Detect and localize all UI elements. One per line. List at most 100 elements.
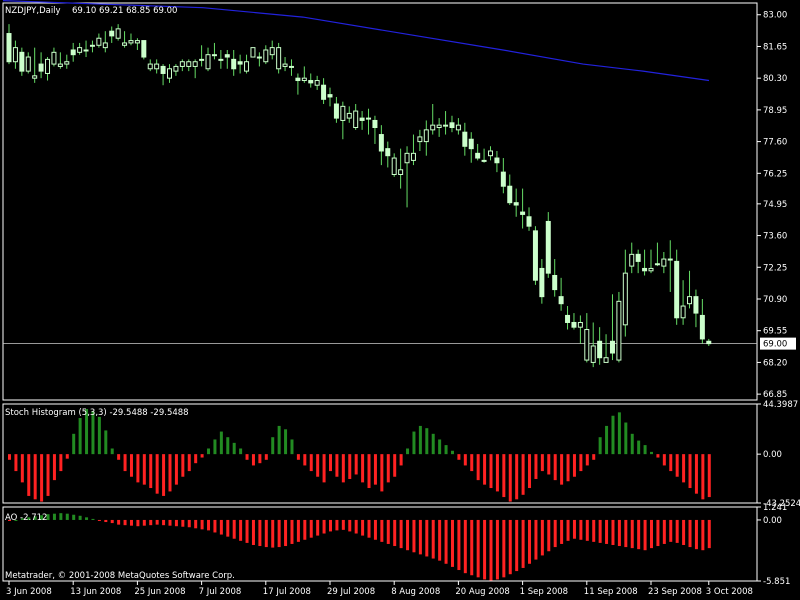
ao-bar	[457, 519, 461, 571]
candle-body-bull	[122, 42, 128, 46]
stoch-bar	[579, 454, 583, 472]
ao-bar	[226, 519, 230, 537]
stoch-bar	[399, 454, 403, 466]
stoch-bar	[303, 454, 307, 466]
candle-body-bull	[89, 44, 95, 47]
stoch-bar	[245, 454, 249, 460]
candle-body-bear	[699, 314, 705, 340]
stoch-bar	[14, 454, 18, 472]
stoch-bar	[207, 448, 211, 455]
ao-bar	[354, 519, 358, 534]
stoch-bar	[431, 433, 435, 455]
stoch-bar	[309, 454, 313, 472]
ao-bar	[560, 519, 564, 544]
candle-body-bear	[539, 267, 545, 298]
candle-body-bull	[430, 124, 436, 131]
candle-body-bull	[667, 258, 673, 261]
candle-body-bull	[654, 263, 660, 266]
ao-bar	[592, 519, 596, 542]
ao-tick-label: -5.851	[763, 577, 790, 587]
ao-bar	[335, 519, 339, 531]
stoch-bar	[46, 454, 50, 496]
ao-bar	[605, 519, 609, 544]
ao-bar	[232, 519, 236, 539]
stoch-bar	[547, 454, 551, 475]
candle-body-bull	[353, 110, 359, 129]
candle-body-bear	[6, 33, 12, 63]
ao-bar	[361, 519, 365, 536]
stoch-bar	[284, 429, 288, 455]
ao-bar	[598, 519, 602, 543]
stoch-bar	[393, 454, 397, 477]
time-tick-label: 23 Sep 2008	[648, 587, 702, 597]
candle-body-bear	[532, 230, 538, 281]
candle-body-bull	[192, 61, 198, 67]
candle-body-bull	[25, 56, 31, 72]
stoch-bar	[226, 437, 230, 455]
copyright-label: Metatrader, © 2001-2008 MetaQuotes Softw…	[5, 571, 235, 581]
stoch-bar	[361, 454, 365, 483]
stoch-bar	[450, 450, 454, 455]
candle-body-bear	[558, 296, 564, 305]
stoch-bar	[495, 454, 499, 492]
ao-bar	[566, 519, 570, 541]
stoch-bar	[675, 454, 679, 477]
stoch-bar	[296, 454, 300, 460]
candle-body-bear	[468, 138, 474, 150]
ao-bar	[553, 519, 557, 548]
candle-body-bull	[276, 47, 282, 70]
ao-bar	[393, 519, 397, 547]
candle-body-bull	[147, 63, 153, 70]
candle-body-bear	[378, 134, 384, 152]
candle-body-bear	[693, 296, 699, 314]
price-tick-label: 83.00	[763, 11, 787, 21]
stoch-bar	[232, 442, 236, 455]
ao-bar	[264, 519, 268, 548]
ao-bar	[284, 519, 288, 547]
candle-body-bull	[481, 159, 487, 162]
candle-body-bear	[308, 80, 314, 84]
candle-body-bull	[83, 49, 89, 52]
stoch-title: Stoch Histogram (5,3,3) -29.5488 -29.548…	[5, 408, 189, 418]
candle-body-bull	[417, 136, 423, 143]
candle-body-bull	[115, 28, 121, 39]
price-tick-label: 72.25	[763, 263, 787, 273]
stoch-bar	[489, 454, 493, 489]
stoch-bar	[251, 454, 255, 466]
candle-body-bull	[179, 61, 185, 67]
candle-body-bear	[224, 54, 230, 58]
ao-bar	[521, 519, 525, 568]
ao-bar	[341, 519, 345, 530]
candle-body-bull	[250, 47, 256, 58]
stoch-bar	[611, 415, 615, 455]
ao-bar	[579, 519, 583, 540]
candle-body-bull	[205, 54, 211, 70]
candle-body-bear	[295, 77, 301, 82]
stoch-bar	[162, 454, 166, 496]
ao-bar	[91, 518, 95, 520]
stoch-bar	[425, 428, 429, 455]
candle-body-bear	[635, 253, 641, 262]
candle-body-bear	[359, 117, 365, 121]
candle-body-bull	[45, 58, 51, 74]
ao-bar	[707, 519, 711, 549]
stoch-bar	[117, 454, 121, 460]
stoch-bar	[264, 454, 268, 460]
ao-bar	[322, 519, 326, 534]
stoch-bar	[483, 454, 487, 485]
candle-body-bear	[333, 103, 339, 119]
candle-body-bull	[648, 267, 654, 272]
time-tick-label: 25 Jun 2008	[134, 587, 185, 597]
candle-body-bull	[167, 68, 172, 79]
stoch-bar	[534, 454, 538, 479]
ao-bar	[450, 519, 454, 567]
candle-body-bull	[346, 112, 352, 119]
stoch-bar	[508, 454, 512, 502]
candle-body-bear	[38, 63, 44, 72]
stoch-bar	[650, 451, 653, 455]
candle-body-bear	[70, 49, 76, 56]
ao-tick-label: 0.00	[763, 516, 782, 526]
ao-bar	[258, 519, 262, 547]
candle-body-bull	[51, 51, 57, 65]
stoch-bar	[438, 439, 442, 455]
